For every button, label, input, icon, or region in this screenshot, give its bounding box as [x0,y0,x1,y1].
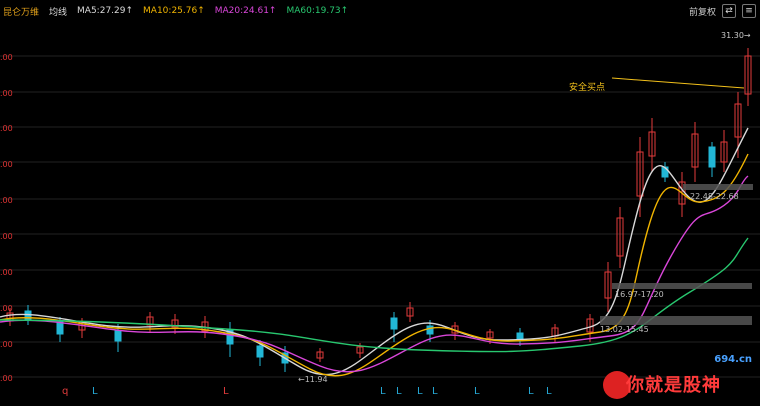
watermark: 694.cn 你就是股神 [603,354,756,399]
support-zone-label: 22.48-22.68 [690,192,739,201]
watermark-domain: 694.cn [714,354,752,365]
y-axis-label: .00 [0,53,13,62]
ma60-value: MA60:19.73↑ [286,6,349,16]
indicator-header: 昆仑万维 均线 MA5:27.29↑ MA10:25.76↑ MA20:24.6… [0,0,760,22]
y-axis-label: .00 [0,232,13,241]
settings-icon[interactable]: ≡ [742,4,756,18]
signal-marker: L [92,386,98,397]
y-axis-label: .00 [0,304,13,313]
ma20-value: MA20:24.61↑ [214,6,277,16]
signal-marker: L [432,386,438,397]
signal-marker: L [417,386,423,397]
chart-tools: 前复权 ⇄ ≡ [689,4,756,18]
signal-marker: L [380,386,386,397]
buy-point-note: 安全买点 [569,83,606,93]
ma5-value: MA5:27.29↑ [77,6,134,16]
signal-marker: L [546,386,552,397]
y-axis-label: .00 [0,374,13,383]
watermark-slogan: 你就是股神 [626,375,721,396]
signal-marker: L [396,386,402,397]
ma5-line [0,127,749,376]
ma10-line [0,153,749,377]
stock-name: 昆仑万维 [3,7,40,18]
low-price-label: ←11.94 [298,375,328,384]
y-axis-label: .00 [0,340,13,349]
y-axis-label: .00 [0,124,13,133]
y-axis-label: .00 [0,268,13,277]
signal-marker: L [474,386,480,397]
signal-marker: q [62,386,69,397]
y-axis-label: .00 [0,160,13,169]
swap-icon[interactable]: ⇄ [722,4,736,18]
signal-arrow [611,77,745,89]
high-price-label: 31.30→ [721,31,751,40]
y-axis-label: .00 [0,89,13,98]
y-axis-label: .00 [0,196,13,205]
support-zone-label: 16.97-17.20 [615,290,664,299]
support-zone [600,316,752,325]
support-zone [612,283,752,289]
stock-chart-window: 昆仑万维 均线 MA5:27.29↑ MA10:25.76↑ MA20:24.6… [0,0,760,406]
ma10-value: MA10:25.76↑ [143,6,205,16]
moving-average-label: 均线 [49,7,68,18]
signal-marker: L [528,386,534,397]
support-zone-label: 13.02-15.45 [600,325,649,334]
moving-average-lines [0,127,749,377]
signal-marker: L [223,386,229,397]
support-zone [683,184,753,190]
price-adjustment-selector[interactable]: 前复权 [689,5,716,18]
